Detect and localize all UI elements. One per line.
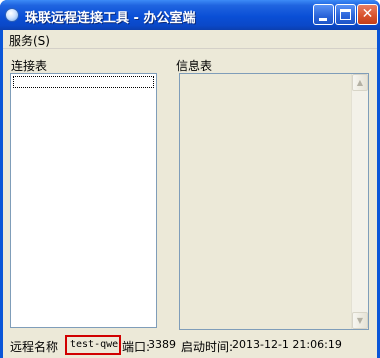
- start-time-label: 启动时间:: [181, 340, 234, 354]
- app-globe-icon[interactable]: [5, 8, 19, 22]
- minimize-icon: [319, 18, 327, 21]
- connection-list[interactable]: [10, 73, 157, 328]
- remote-name-label: 远程名称: [10, 340, 59, 354]
- remote-name-value: test-qwe: [65, 335, 121, 355]
- client-area: 服务(S) 连接表 信息表 ▲ ▼ 远程名称 test-qwe 端口: 3389…: [3, 30, 377, 358]
- scroll-down-arrow-icon[interactable]: ▼: [352, 312, 368, 329]
- info-box-label: 信息表: [176, 59, 213, 73]
- port-value: 3389: [148, 338, 176, 351]
- app-window: 珠联远程连接工具 - 办公室端 ✕ 服务(S) 连接表 信息表 ▲ ▼ 远程名称: [0, 0, 380, 358]
- close-button[interactable]: ✕: [357, 4, 378, 25]
- list-item-focus[interactable]: [13, 76, 154, 88]
- close-icon: ✕: [361, 6, 374, 22]
- port-label: 端口:: [122, 340, 151, 354]
- title-bar[interactable]: 珠联远程连接工具 - 办公室端 ✕: [0, 0, 380, 30]
- vertical-scrollbar[interactable]: ▲ ▼: [351, 74, 368, 329]
- maximize-icon: [340, 9, 351, 20]
- maximize-button[interactable]: [335, 4, 356, 25]
- info-textarea[interactable]: ▲ ▼: [179, 73, 369, 330]
- menu-bar: 服务(S): [3, 30, 377, 49]
- window-title: 珠联远程连接工具 - 办公室端: [25, 11, 196, 26]
- connection-list-label: 连接表: [11, 59, 48, 73]
- scroll-up-arrow-icon[interactable]: ▲: [352, 74, 368, 91]
- minimize-button[interactable]: [313, 4, 334, 25]
- start-time-value: 2013-12-1 21:06:19: [232, 338, 342, 351]
- menu-service[interactable]: 服务(S): [6, 32, 53, 49]
